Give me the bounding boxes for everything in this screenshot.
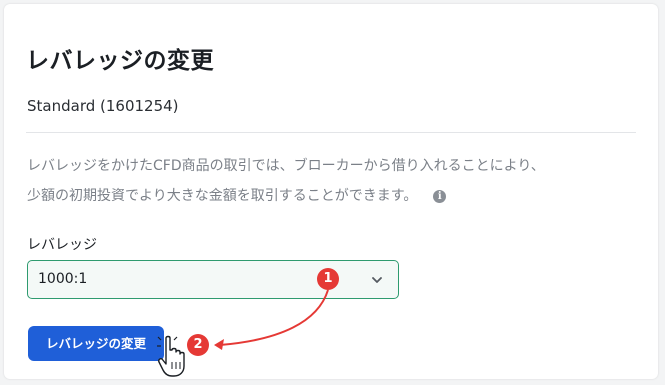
description-line-2: 少額の初期投資でより大きな金額を取引することができます。 i xyxy=(27,181,637,211)
leverage-dialog: レバレッジの変更 Standard (1601254) レバレッジをかけたCFD… xyxy=(4,4,658,379)
account-label: Standard (1601254) xyxy=(27,97,179,115)
step-1-badge: 1 xyxy=(317,268,339,290)
description-line-1: レバレッジをかけたCFD商品の取引では、ブローカーから借り入れることにより、 xyxy=(27,158,545,174)
description-line-2-text: 少額の初期投資でより大きな金額を取引することができます。 xyxy=(27,188,418,204)
divider xyxy=(26,132,636,133)
step-2-badge: 2 xyxy=(187,334,209,356)
leverage-select[interactable]: 1000:1 xyxy=(27,260,399,299)
leverage-select-value: 1000:1 xyxy=(38,271,88,287)
change-leverage-button[interactable]: レバレッジの変更 xyxy=(28,326,164,361)
description: レバレッジをかけたCFD商品の取引では、ブローカーから借り入れることにより、 少… xyxy=(27,151,637,211)
info-icon[interactable]: i xyxy=(433,190,447,203)
leverage-label: レバレッジ xyxy=(27,237,97,253)
chevron-down-icon xyxy=(372,277,382,283)
dialog-title: レバレッジの変更 xyxy=(26,48,214,74)
